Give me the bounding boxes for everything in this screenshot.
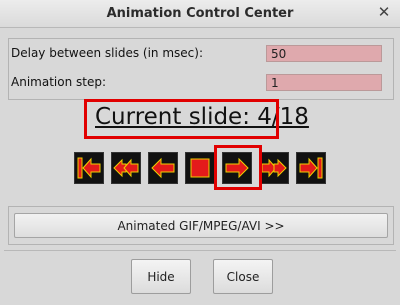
rewind-button[interactable] xyxy=(111,152,141,184)
stop-icon xyxy=(190,158,210,178)
first-slide-button[interactable] xyxy=(74,152,104,184)
hide-button[interactable]: Hide xyxy=(131,259,191,294)
rewind-icon xyxy=(113,158,139,178)
close-button[interactable]: Close xyxy=(213,259,273,294)
step-back-icon xyxy=(151,157,175,179)
window-title: Animation Control Center xyxy=(106,6,294,21)
step-forward-highlight xyxy=(214,145,262,190)
first-slide-icon xyxy=(77,157,101,179)
delay-input[interactable] xyxy=(266,45,382,62)
fast-forward-icon xyxy=(261,158,287,178)
animation-step-label: Animation step: xyxy=(11,75,106,89)
last-slide-icon xyxy=(299,157,323,179)
current-slide-highlight xyxy=(84,99,279,139)
last-slide-button[interactable] xyxy=(296,152,326,184)
bottom-separator xyxy=(4,250,396,251)
animated-gif-button[interactable]: Animated GIF/MPEG/AVI >> xyxy=(14,213,388,238)
delay-label: Delay between slides (in msec): xyxy=(11,46,203,60)
stop-button[interactable] xyxy=(185,152,215,184)
animation-step-input[interactable] xyxy=(266,74,382,91)
fast-forward-button[interactable] xyxy=(259,152,289,184)
step-back-button[interactable] xyxy=(148,152,178,184)
close-window-icon[interactable]: ✕ xyxy=(376,4,392,20)
title-bar: Animation Control Center ✕ xyxy=(0,0,400,28)
